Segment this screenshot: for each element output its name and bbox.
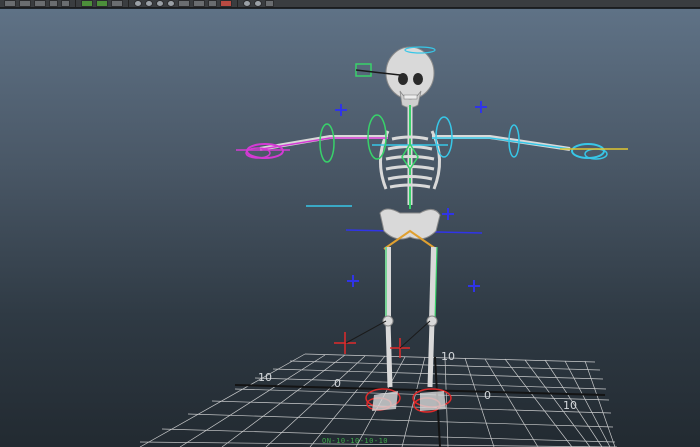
save-scene-icon[interactable]	[34, 0, 46, 7]
grid-label-back: 0	[334, 377, 341, 390]
left-arm[interactable]	[236, 135, 388, 159]
viewport-scene: 10 0 10 0 10	[139, 46, 628, 447]
right-foot-bone[interactable]	[420, 391, 446, 411]
snap-point-icon[interactable]	[156, 0, 164, 7]
render-icon[interactable]	[193, 0, 205, 7]
knee-aim-line-left[interactable]	[345, 320, 387, 344]
ipr-icon[interactable]	[208, 0, 217, 7]
grid-label-left: 10	[258, 371, 272, 384]
hypershade-icon[interactable]	[243, 0, 251, 7]
snap-surface-icon[interactable]	[167, 0, 175, 7]
open-scene-icon[interactable]	[19, 0, 31, 7]
skull[interactable]	[385, 46, 435, 108]
maya-viewport-app: 10 0 10 0 10 ON-10-10-10-10	[0, 0, 700, 447]
perspective-viewport[interactable]: 10 0 10 0 10 ON-10-10-10-10	[0, 9, 700, 447]
select-tool-icon[interactable]	[81, 0, 93, 7]
paint-select-icon[interactable]	[111, 0, 123, 7]
history-icon[interactable]	[178, 0, 190, 7]
knee-aim-line-right[interactable]	[399, 320, 431, 349]
render-settings-icon[interactable]	[220, 0, 232, 7]
grid-label-right: 10	[563, 399, 577, 412]
knee-pole-vectors[interactable]	[334, 332, 410, 358]
status-readout: ON-10-10-10-10	[322, 437, 389, 445]
left-elbow-ctrl[interactable]	[319, 123, 335, 163]
toolbar-divider	[237, 0, 238, 7]
skeleton-rig[interactable]	[236, 46, 628, 413]
toolbar-divider	[128, 0, 129, 7]
left-leg[interactable]	[382, 247, 394, 388]
toolbar	[0, 0, 700, 8]
snap-grid-icon[interactable]	[134, 0, 142, 7]
undo-icon[interactable]	[49, 0, 58, 7]
right-arm[interactable]	[432, 135, 628, 160]
lasso-icon[interactable]	[96, 0, 108, 7]
joint-tool-icon[interactable]	[265, 0, 274, 7]
toolbar-divider	[75, 0, 76, 7]
redo-icon[interactable]	[61, 0, 70, 7]
grid-label-front: 10	[441, 350, 455, 363]
ik-handle-icon[interactable]	[254, 0, 262, 7]
grid-label-minus-z: 0	[484, 389, 491, 402]
snap-curve-icon[interactable]	[145, 0, 153, 7]
new-scene-icon[interactable]	[4, 0, 16, 7]
left-foot-bone[interactable]	[372, 391, 398, 411]
pelvis[interactable]	[379, 208, 441, 240]
